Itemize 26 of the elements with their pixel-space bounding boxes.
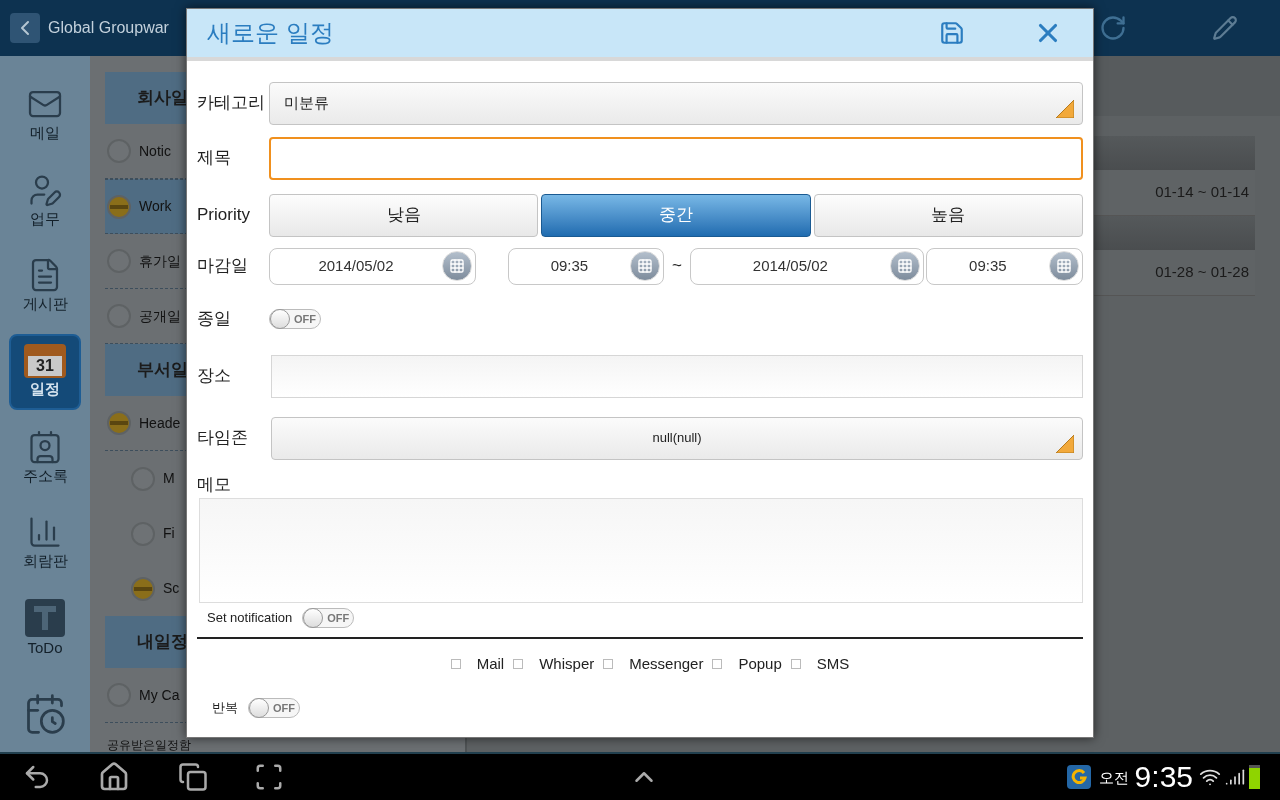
sidebar-label: ToDo bbox=[27, 637, 63, 658]
field-label: 종일 bbox=[197, 308, 232, 331]
field-label: 장소 bbox=[197, 365, 232, 388]
repeat-label: 반복 bbox=[212, 699, 238, 718]
date-range: 01-28 ~ 01-28 bbox=[1155, 262, 1249, 283]
notification-label: Set notification bbox=[207, 609, 293, 628]
sidebar-label: 메일 bbox=[30, 123, 60, 144]
sidebar-label: 회람판 bbox=[22, 551, 68, 572]
field-label: 마감일 bbox=[197, 255, 249, 278]
clock-time: 9:35 bbox=[1134, 762, 1193, 792]
sidebar-label: 업무 bbox=[30, 208, 60, 229]
range-separator: ~ bbox=[671, 255, 683, 278]
field-label: 제목 bbox=[197, 147, 232, 170]
sidebar-label: 주소록 bbox=[22, 465, 68, 486]
field-label: 메모 bbox=[197, 474, 232, 496]
dialog-title: 새로운 일정 bbox=[207, 18, 335, 48]
ampm-label: 오전 bbox=[1098, 767, 1129, 788]
app-title: Global Groupwar bbox=[48, 18, 169, 38]
date-range: 01-14 ~ 01-14 bbox=[1155, 182, 1249, 203]
shared-calendar-label: 공유받은일정함 bbox=[106, 739, 192, 751]
field-label: 카테고리 bbox=[197, 92, 266, 115]
calendar-icon: 31 bbox=[24, 344, 66, 378]
sidebar-label: 일정 bbox=[30, 379, 60, 399]
sidebar-label: 게시판 bbox=[22, 294, 68, 315]
field-label: Priority bbox=[197, 204, 251, 227]
field-label: 타임존 bbox=[197, 427, 249, 450]
